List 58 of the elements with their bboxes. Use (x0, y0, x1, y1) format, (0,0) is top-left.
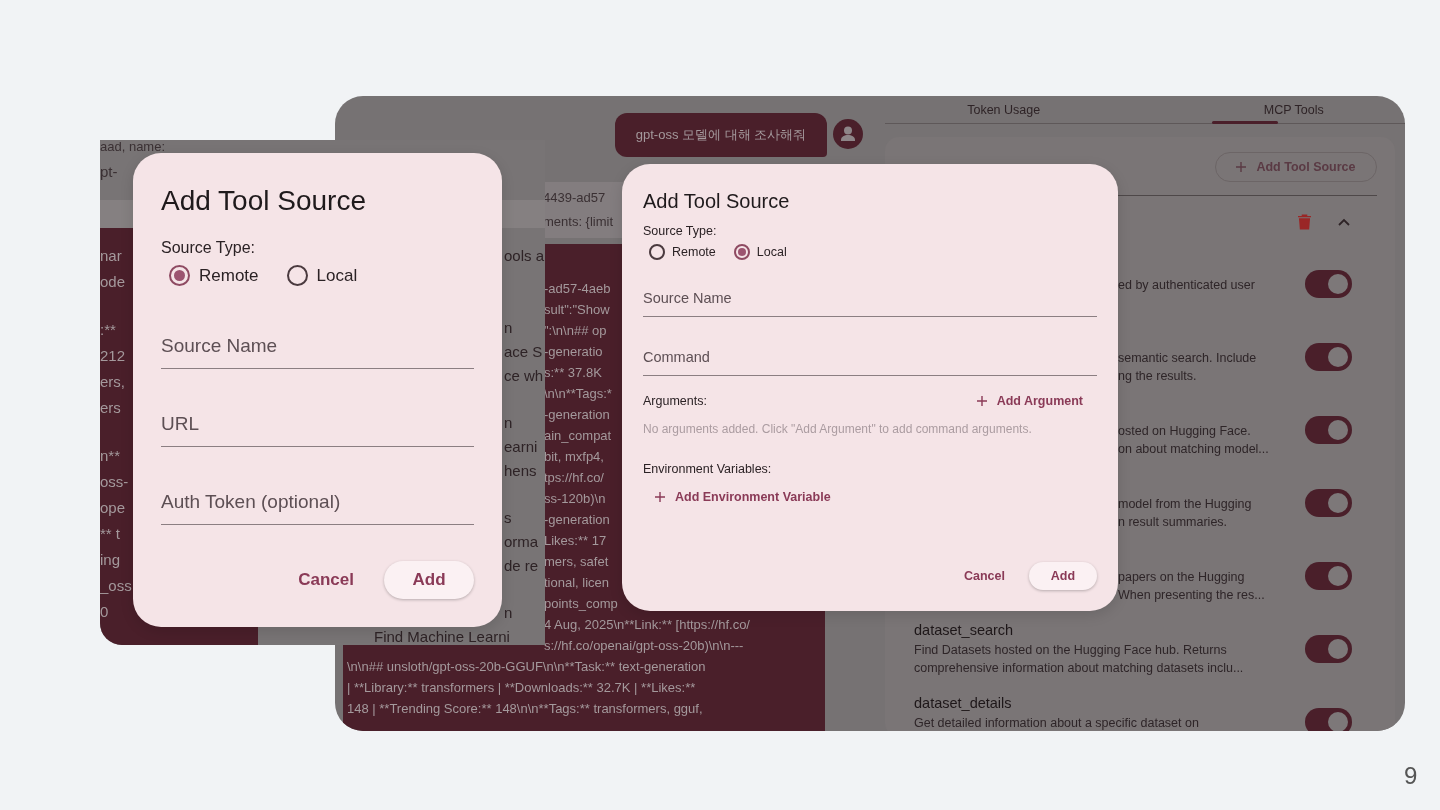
radio-button[interactable]: Remote (649, 244, 716, 260)
delete-icon[interactable] (1298, 214, 1311, 230)
tool-text: earni (504, 437, 539, 457)
add-button[interactable]: Add (384, 561, 474, 599)
tab[interactable]: MCP Tools (1122, 96, 1405, 123)
plus-icon (655, 492, 665, 502)
cancel-button[interactable]: Cancel (964, 569, 1005, 583)
tool-text: s (504, 508, 513, 528)
page-number: 9 (1404, 762, 1418, 790)
toggle-switch[interactable] (1305, 270, 1352, 298)
field-label: Environment Variables: (643, 462, 773, 476)
collapse-icon[interactable] (1338, 218, 1350, 226)
text-field[interactable]: Auth Token (optional) (161, 480, 474, 525)
toggle-switch[interactable] (1305, 416, 1352, 444)
radio-button[interactable]: Remote (169, 265, 259, 286)
toggle-switch[interactable] (1305, 343, 1352, 371)
text-field[interactable]: Command (643, 339, 1097, 376)
text-field[interactable]: Source Name (161, 324, 474, 369)
tool-description: semantic search. Include ng the results. (1118, 350, 1257, 385)
text-field[interactable]: URL (161, 402, 474, 447)
add-button[interactable]: Add (1029, 562, 1097, 590)
plus-icon (1236, 162, 1247, 172)
user-avatar-icon (833, 119, 863, 149)
toggle-switch[interactable] (1305, 635, 1352, 663)
tool-text: n (504, 603, 514, 623)
tool-description: osted on Hugging Face. on about matching model... (1118, 423, 1269, 458)
tool-text: orma (504, 532, 540, 552)
tool-description: model from the Hugging n result summaries. (1118, 496, 1252, 531)
code-text: aad, name: (100, 140, 166, 153)
tool-name: dataset_details (914, 694, 1013, 713)
tool-text: n (504, 318, 514, 338)
field-label: Source Type: (161, 239, 256, 257)
toggle-switch[interactable] (1305, 489, 1352, 517)
toggle-switch[interactable] (1305, 708, 1352, 731)
dialog-title: Add Tool Source (161, 184, 367, 218)
tool-text: ools a (504, 246, 545, 266)
plus-icon (976, 396, 987, 406)
code-text: pt- (100, 162, 118, 182)
tool-text: Find Machine Learni (374, 628, 510, 645)
tool-name: dataset_search (914, 621, 1015, 640)
radio-button[interactable]: Local (733, 244, 787, 260)
dialog-title: Add Tool Source (643, 189, 791, 214)
tool-text: n (504, 413, 514, 433)
field-label: Source Type: (643, 224, 718, 238)
tool-text: de re (504, 556, 540, 576)
tool-text: ce wh (504, 366, 545, 386)
add-argument-button[interactable]: Add Argument (976, 394, 1083, 408)
tab[interactable]: Token Usage (885, 96, 1123, 123)
tool-description: Get detailed information about a specific dataset on (914, 715, 1199, 731)
chat-message: gpt-oss 모델에 대해 조사해줘 (615, 113, 827, 157)
field-label: Arguments: (643, 394, 707, 408)
tool-description: ed by authenticated user (1118, 277, 1255, 294)
tool-description: Find Datasets hosted on the Hugging Face hub. Returns comprehensive information about matching datasets inclu... (914, 642, 1244, 677)
tool-text: ace S (504, 342, 544, 362)
toggle-switch[interactable] (1305, 562, 1352, 590)
text-field[interactable]: Source Name (643, 280, 1097, 317)
tool-description: papers on the Hugging When presenting the res... (1118, 569, 1265, 604)
tool-text: hens (504, 461, 538, 481)
